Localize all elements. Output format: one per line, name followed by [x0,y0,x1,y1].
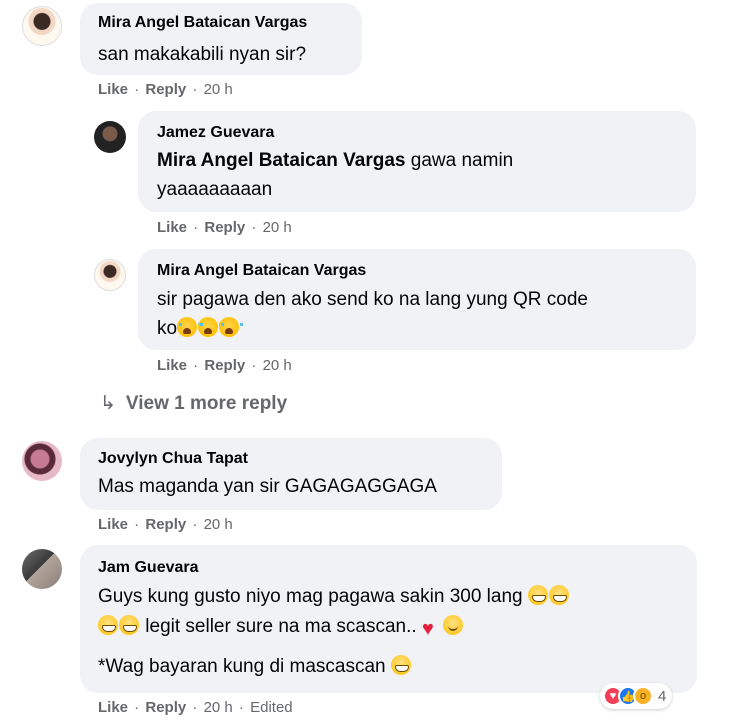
timestamp[interactable]: 20 h [204,699,233,716]
reply-button[interactable]: Reply [204,219,245,236]
comment-author[interactable]: Mira Angel Bataican Vargas [157,262,366,280]
wow-reaction-icon: o [633,686,653,706]
grinning-face-icon [390,655,411,675]
view-more-replies-link[interactable]: ↳ View 1 more reply [100,392,287,415]
timestamp[interactable]: 20 h [263,219,292,236]
comment-text: san makakabili nyan sir? [98,44,307,65]
comment-author[interactable]: Jovylyn Chua Tapat [98,450,248,468]
smiling-face-icon [442,615,463,635]
comment-actions: Like · Reply · 20 h [157,219,292,236]
reply-button[interactable]: Reply [204,357,245,374]
comment-text: Mira Angel Bataican Vargas gawa namin [157,150,514,171]
reply-button[interactable]: Reply [145,699,186,716]
like-button[interactable]: Like [98,516,128,533]
avatar[interactable] [22,441,62,481]
timestamp[interactable]: 20 h [204,516,233,533]
mention-link[interactable]: Mira Angel Bataican Vargas [157,150,406,171]
timestamp[interactable]: 20 h [263,357,292,374]
comment-actions: Like · Reply · 20 h · Edited [98,699,293,716]
reply-button[interactable]: Reply [145,81,186,98]
loudly-crying-face-icon [198,317,223,337]
reactions-summary[interactable]: ♥ 👍 o 4 [600,683,673,709]
heart-icon: ♥ [421,618,434,640]
comment-actions: Like · Reply · 20 h [98,81,233,98]
like-button[interactable]: Like [157,219,187,236]
avatar[interactable] [94,259,126,291]
comment-author[interactable]: Jamez Guevara [157,124,274,142]
reply-arrow-icon: ↳ [100,393,116,414]
avatar[interactable] [22,6,62,46]
like-button[interactable]: Like [98,81,128,98]
comment-actions: Like · Reply · 20 h [98,516,233,533]
reply-button[interactable]: Reply [145,516,186,533]
view-more-label: View 1 more reply [125,393,288,414]
like-button[interactable]: Like [98,699,128,716]
grinning-face-icon [548,585,569,605]
grinning-face-icon [527,585,548,605]
loudly-crying-face-icon [177,317,202,337]
comment-text-line: *Wag bayaran kung di mascascan [98,652,412,681]
like-button[interactable]: Like [157,357,187,374]
avatar[interactable] [94,121,126,153]
comment-text-line: ko [157,314,244,343]
comment-text: sir pagawa den ako send ko na lang yung … [157,289,588,310]
comment-text: Guys kung gusto niyo mag pagawa sakin 30… [98,582,570,611]
grinning-face-icon [98,615,118,635]
comment-actions: Like · Reply · 20 h [157,357,292,374]
comment-text-line: yaaaaaaaaan [157,179,273,200]
loudly-crying-face-icon [219,317,244,337]
timestamp[interactable]: 20 h [204,81,233,98]
comment-author[interactable]: Jam Guevara [98,559,199,577]
grinning-face-icon [119,615,139,635]
edited-label[interactable]: Edited [250,699,293,716]
comment-text-line: legit seller sure na ma scascan.. ♥ [98,612,464,641]
comment-author[interactable]: Mira Angel Bataican Vargas [98,14,307,32]
reaction-count: 4 [658,687,667,705]
comment-text: Mas maganda yan sir GAGAGAGGAGA [98,476,437,497]
avatar[interactable] [22,549,62,589]
